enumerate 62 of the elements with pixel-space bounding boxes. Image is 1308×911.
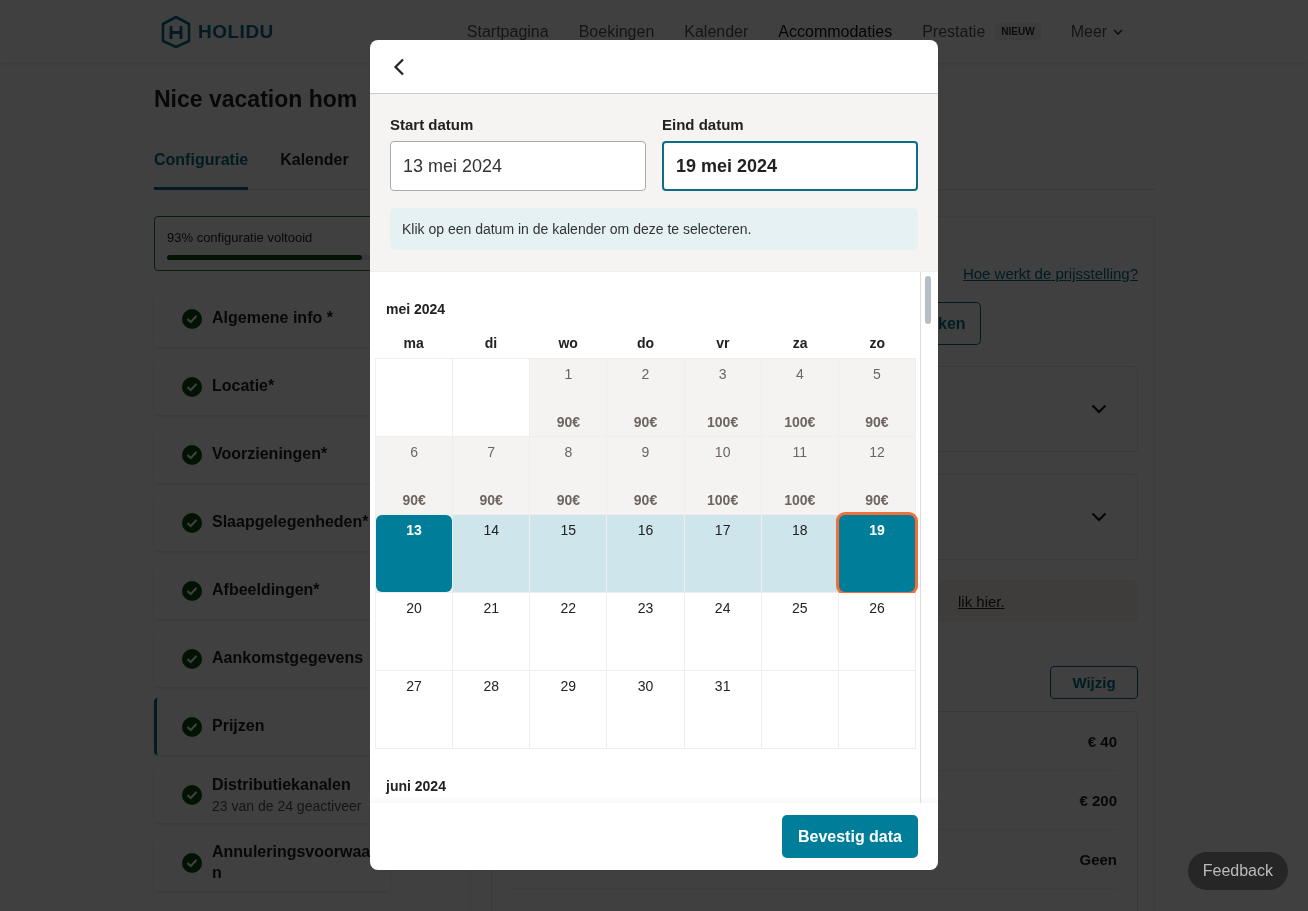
- field-label: Eind datum: [662, 116, 745, 133]
- weekday-label: do: [635, 335, 656, 351]
- day-cell[interactable]: 25: [761, 593, 838, 670]
- sidebar-label: Annuleringsvoorwaa n: [212, 841, 371, 883]
- sidebar-label: Distributiekanalen: [212, 774, 352, 795]
- day-cell[interactable]: 4 100€: [761, 359, 838, 436]
- fee-value: Geen: [1079, 850, 1117, 868]
- fee-value: € 40: [1087, 732, 1117, 750]
- sidebar-label: Locatie*: [212, 376, 275, 397]
- day-cell[interactable]: 17: [684, 515, 761, 592]
- confirm-button[interactable]: Bevestig data: [781, 815, 918, 858]
- progress-label: 93% configuratie voltooid: [167, 230, 314, 245]
- day-cell[interactable]: 10 100€: [684, 437, 761, 514]
- feedback-button[interactable]: Feedback: [1187, 852, 1288, 890]
- day-cell[interactable]: 18: [761, 515, 838, 592]
- day-cell[interactable]: 15: [530, 515, 607, 592]
- day-cell[interactable]: 1 90€: [530, 359, 607, 436]
- month-title: juni 2024: [384, 778, 447, 794]
- day-cell[interactable]: 28: [453, 671, 530, 748]
- day-cell[interactable]: 23: [607, 593, 684, 670]
- day-cell[interactable]: 31: [684, 671, 761, 748]
- weekday-label: zo: [868, 335, 887, 351]
- fee-value: € 200: [1079, 791, 1117, 809]
- sidebar-label: Aankomstgegevens: [212, 648, 364, 669]
- day-cell[interactable]: 12 90€: [838, 437, 915, 514]
- day-cell[interactable]: 30: [607, 671, 684, 748]
- date-field[interactable]: 19 mei 2024: [662, 141, 918, 191]
- sidebar-label: Afbeeldingen*: [212, 580, 320, 601]
- sidebar-label: Slaapgelegenheden*: [212, 512, 369, 533]
- day-cell[interactable]: 13: [376, 515, 453, 592]
- day-cell[interactable]: 19: [838, 515, 915, 592]
- weekday-label: ma: [402, 335, 425, 351]
- day-cell[interactable]: 29: [530, 671, 607, 748]
- weekday-label: wo: [557, 335, 579, 351]
- day-cell[interactable]: 24: [684, 593, 761, 670]
- day-cell[interactable]: 2 90€: [607, 359, 684, 436]
- page-title: Nice vacation hom: [154, 86, 359, 113]
- day-cell[interactable]: 20: [376, 593, 453, 670]
- day-cell[interactable]: 14: [453, 515, 530, 592]
- day-cell[interactable]: 21: [453, 593, 530, 670]
- weekday-label: vr: [715, 335, 731, 351]
- day-cell[interactable]: 16: [607, 515, 684, 592]
- day-cell[interactable]: 27: [376, 671, 453, 748]
- month-title: mei 2024: [385, 301, 447, 317]
- day-cell[interactable]: 6 90€: [376, 437, 453, 514]
- day-cell[interactable]: 3 100€: [684, 359, 761, 436]
- day-cell[interactable]: 9 90€: [607, 437, 684, 514]
- weekday-label: za: [791, 335, 809, 351]
- weekday-label: di: [483, 335, 499, 351]
- day-cell[interactable]: 7 90€: [453, 437, 530, 514]
- day-cell[interactable]: 26: [838, 593, 915, 670]
- day-cell[interactable]: 5 90€: [838, 359, 915, 436]
- day-cell[interactable]: 8 90€: [530, 437, 607, 514]
- sidebar-label: Prijzen: [212, 716, 265, 737]
- sidebar-label: Voorzieningen*: [212, 444, 328, 465]
- back-icon[interactable]: [393, 57, 405, 76]
- day-cell[interactable]: 22: [530, 593, 607, 670]
- date-field[interactable]: 13 mei 2024: [390, 141, 646, 191]
- sidebar-label: Algemene info *: [212, 308, 333, 329]
- hint-message: Klik op een datum in de kalender om deze te selecteren.: [390, 208, 918, 250]
- field-label: Start datum: [390, 116, 475, 133]
- day-cell[interactable]: 11 100€: [761, 437, 838, 514]
